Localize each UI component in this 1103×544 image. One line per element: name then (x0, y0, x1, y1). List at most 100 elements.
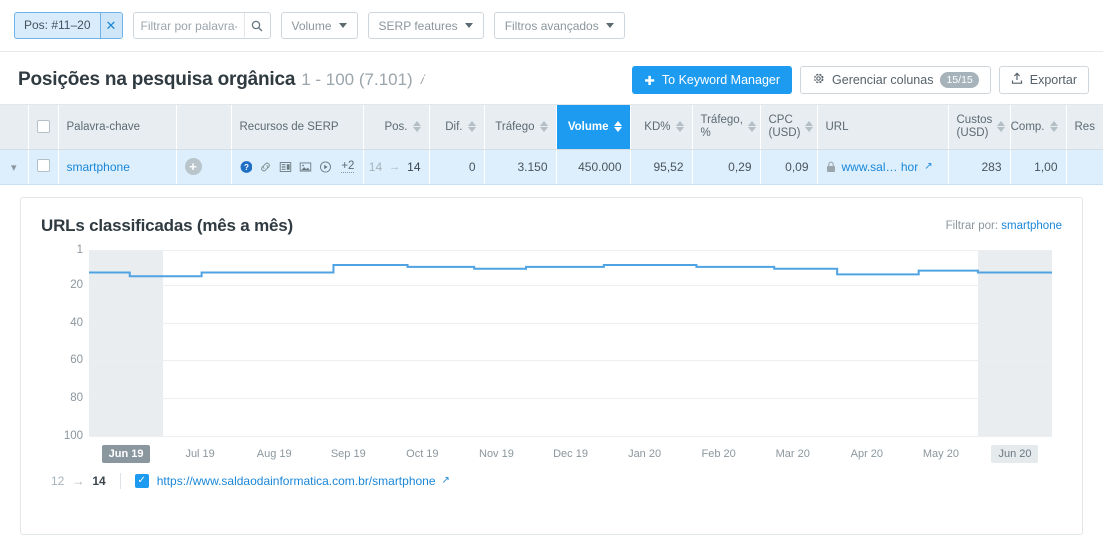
header-trafego-label: Tráfego (495, 120, 535, 133)
x-axis-tick-1: Jul 19 (185, 447, 215, 460)
header-kd[interactable]: KD% (630, 105, 693, 150)
volume-filter-label: Volume (291, 18, 332, 33)
sort-icon[interactable] (805, 121, 814, 133)
cell-trafego: 3.150 (484, 149, 557, 185)
cell-res (1066, 149, 1103, 185)
volume-filter-dropdown[interactable]: Volume (280, 12, 358, 39)
sort-icon[interactable] (1049, 121, 1058, 133)
y-axis-tick-80: 80 (70, 391, 83, 404)
select-all-checkbox[interactable] (36, 120, 50, 134)
x-axis-tick-4: Oct 19 (406, 447, 439, 460)
row-expand-cell[interactable]: ▾ (0, 149, 29, 185)
pos-old-value: 14 (368, 159, 383, 174)
keywords-table: Palavra-chave Recursos de SERP Pos. Dif.… (0, 105, 1103, 185)
cell-pos: 14 → 14 (363, 149, 430, 185)
close-x-icon[interactable]: ✕ (99, 13, 122, 38)
manage-columns-badge: 15/15 (940, 72, 979, 88)
x-axis-labels: Jun 19 Jul 19 Aug 19 Sep 19 Oct 19 Nov 19 Dec … (89, 442, 1052, 466)
legend-position-change: 12 → 14 (51, 474, 106, 488)
page-title: Posições na pesquisa orgânica (18, 69, 296, 90)
news-icon[interactable] (279, 160, 292, 174)
image-icon[interactable] (299, 160, 312, 174)
header-comp-label: Comp. (1010, 120, 1045, 133)
keyword-link[interactable]: smartphone (67, 160, 130, 174)
search-icon[interactable] (243, 13, 270, 38)
upload-icon (1011, 72, 1023, 88)
cell-cpc: 0,09 (760, 149, 818, 185)
external-link-icon[interactable]: ↗ (924, 161, 932, 172)
search-input[interactable] (133, 18, 244, 33)
chart-filter-value[interactable]: smartphone (1001, 220, 1062, 232)
y-axis-labels: 1 20 40 60 80 100 (41, 244, 83, 442)
header-volume[interactable]: Volume (556, 105, 631, 150)
x-axis-tick-8: Feb 20 (701, 447, 736, 460)
external-link-icon[interactable]: ↗ (442, 475, 450, 486)
cell-add-keyword[interactable]: + (176, 149, 232, 185)
cell-comp: 1,00 (1010, 149, 1067, 185)
ranking-urls-panel: URLs classificadas (mês a mês) Filtrar p… (20, 196, 1083, 535)
chevron-down-icon[interactable]: ▾ (11, 162, 17, 174)
info-icon[interactable]: 𝑖 (420, 72, 423, 88)
header-dif-label: Dif. (445, 120, 463, 133)
header-trafego-pct[interactable]: Tráfego, % (692, 105, 761, 150)
x-axis-tick-3: Sep 19 (330, 447, 366, 460)
x-axis-tick-6: Dec 19 (553, 447, 588, 460)
header-url[interactable]: URL (817, 105, 949, 150)
header-serp-features[interactable]: Recursos de SERP (231, 105, 364, 150)
sort-icon[interactable] (412, 121, 421, 133)
header-trafego[interactable]: Tráfego (484, 105, 557, 150)
manage-columns-label: Gerenciar colunas (832, 73, 934, 87)
sort-icon[interactable] (675, 121, 684, 133)
plus-circle-icon[interactable]: + (184, 158, 202, 175)
serp-features-filter-dropdown[interactable]: SERP features (367, 12, 484, 39)
ranking-line-series (89, 250, 1052, 436)
select-all-header (28, 105, 59, 150)
export-label: Exportar (1029, 73, 1077, 87)
checkbox-checked-icon[interactable]: ✓ (134, 473, 149, 488)
row-select-cell[interactable] (28, 149, 59, 185)
y-axis-tick-40: 40 (70, 316, 83, 329)
header-res[interactable]: Res (1066, 105, 1103, 150)
header-volume-label: Volume (567, 120, 609, 133)
cell-serp-features: ? +2 (231, 149, 364, 185)
cell-url[interactable]: www.sal… hor ↗ (817, 149, 949, 185)
video-icon[interactable] (319, 160, 332, 174)
sort-icon[interactable] (747, 121, 756, 133)
header-comp[interactable]: Comp. (1010, 105, 1067, 150)
manage-columns-button[interactable]: Gerenciar colunas 15/15 (800, 66, 991, 94)
keyword-search-box[interactable] (132, 12, 271, 39)
header-custos[interactable]: Custos (USD) (948, 105, 1011, 150)
header-dif[interactable]: Dif. (429, 105, 485, 150)
header-pos[interactable]: Pos. (363, 105, 430, 150)
lock-icon (826, 161, 835, 172)
advanced-filters-dropdown[interactable]: Filtros avançados (493, 12, 625, 39)
to-keyword-manager-button[interactable]: ✚ To Keyword Manager (632, 66, 793, 94)
position-filter-chip[interactable]: Pos: #11–20 ✕ (14, 12, 123, 39)
chart-filter-label: Filtrar por: (945, 219, 999, 232)
gear-icon-svg (814, 73, 824, 84)
sort-icon[interactable] (467, 121, 476, 133)
header-kd-label: KD% (644, 120, 671, 133)
cell-volume: 450.000 (556, 149, 631, 185)
url-link[interactable]: www.sal… hor (842, 160, 919, 174)
pos-new-value: 14 (407, 159, 421, 174)
export-button[interactable]: Exportar (998, 66, 1089, 94)
row-checkbox[interactable] (36, 158, 50, 172)
x-axis-tick-11: May 20 (922, 447, 959, 460)
x-axis-tick-10: Apr 20 (850, 447, 884, 460)
table-row[interactable]: ▾ smartphone + ? +2 14 → 14 0 3.150 450.… (0, 149, 1103, 185)
serp-features-more[interactable]: +2 (341, 160, 355, 173)
sort-icon[interactable] (997, 121, 1006, 133)
sort-icon-active[interactable] (613, 121, 622, 133)
header-keyword[interactable]: Palavra-chave (58, 105, 177, 150)
chart-panel-header: URLs classificadas (mês a mês) Filtrar p… (41, 216, 1062, 236)
legend-url-link[interactable]: https://www.saldaodainformatica.com.br/s… (157, 474, 436, 488)
plus-icon: ✚ (644, 73, 655, 88)
question-icon[interactable]: ? (240, 160, 253, 174)
sort-icon[interactable] (539, 121, 548, 133)
cell-keyword[interactable]: smartphone (58, 149, 177, 185)
link-icon[interactable] (259, 160, 272, 174)
header-serp-features-label: Recursos de SERP (239, 120, 339, 133)
header-cpc[interactable]: CPC (USD) (760, 105, 818, 150)
filter-toolbar: Pos: #11–20 ✕ Volume SERP features Filtr… (0, 0, 1103, 52)
